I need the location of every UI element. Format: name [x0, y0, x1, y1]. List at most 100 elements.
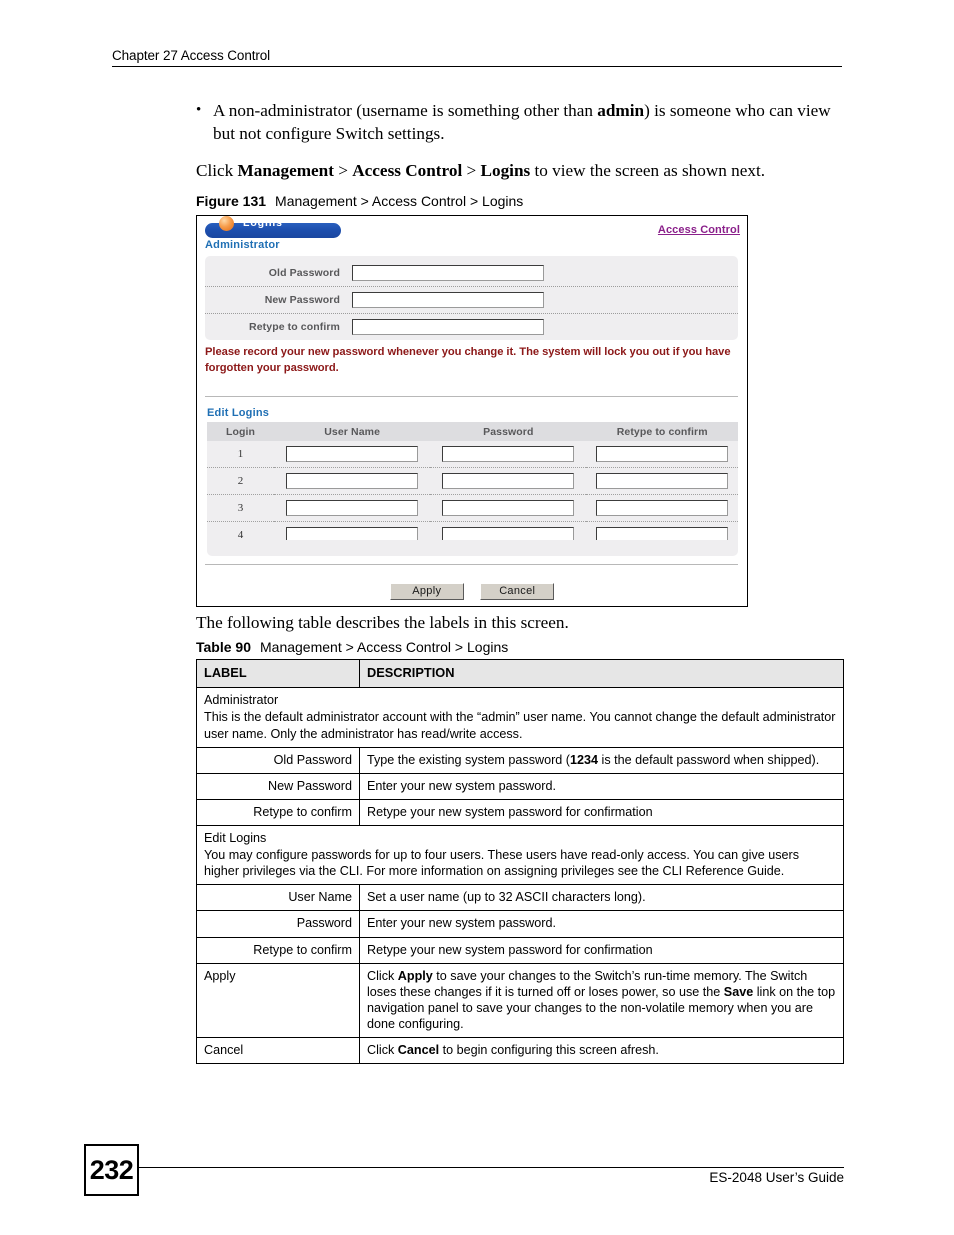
figure-caption-text: Management > Access Control > Logins	[275, 193, 524, 209]
footer-divider	[139, 1167, 844, 1168]
row-administrator-group: Administrator This is the default admini…	[196, 687, 844, 748]
username-input-1[interactable]	[286, 446, 419, 462]
row-label-new-password: New Password	[196, 772, 360, 800]
header-divider	[112, 66, 842, 67]
table-row: Edit Logins You may configure passwords …	[196, 825, 844, 886]
group-title-edit-logins: Edit Logins	[204, 831, 267, 846]
table-row: New Password Enter your new system passw…	[196, 772, 844, 800]
row-label-cancel: Cancel	[196, 1037, 360, 1065]
after-figure-text: The following table describes the labels…	[196, 613, 569, 632]
group-text-administrator: This is the default administrator accoun…	[204, 710, 836, 741]
old-password-desc-p1: Type the existing system password (	[367, 752, 570, 767]
old-password-input[interactable]	[352, 264, 544, 281]
cancel-desc-p2: to begin configuring this screen afresh.	[439, 1043, 659, 1058]
table-row: Cancel Click Cancel to begin configuring…	[196, 1037, 844, 1065]
retype-input-1[interactable]	[596, 446, 729, 462]
bullet-marker: •	[196, 102, 202, 118]
group-title-administrator: Administrator	[204, 693, 279, 708]
desc-col-description: DESCRIPTION	[359, 658, 844, 689]
password-input-2[interactable]	[442, 473, 575, 489]
login-index-2: 2	[207, 467, 275, 495]
row-label-retype-confirm: Retype to confirm	[196, 798, 360, 827]
retype-cell-3	[586, 494, 738, 522]
row-label-old-password: Old Password	[196, 746, 360, 774]
click-bold-logins: Logins	[480, 161, 531, 181]
buttons-divider	[205, 564, 738, 565]
description-table: LABEL DESCRIPTION Administrator This is …	[196, 658, 844, 1065]
retype-input-3[interactable]	[596, 500, 729, 516]
table-row: Retype to confirm Retype your new system…	[196, 798, 844, 827]
running-header: Chapter 27 Access Control	[112, 48, 842, 67]
logins-title-label: Logins	[243, 217, 283, 229]
table-row: Administrator This is the default admini…	[196, 687, 844, 748]
retype-confirm-label: Retype to confirm	[249, 320, 340, 333]
desc-col-label: LABEL	[196, 658, 360, 689]
figure-caption: Figure 131 Management > Access Control > …	[196, 193, 523, 209]
password-cell-2	[430, 467, 587, 495]
password-cell-1	[430, 441, 587, 468]
username-cell-1	[274, 441, 431, 468]
bullet-text: A non-administrator (username is somethi…	[213, 100, 844, 145]
access-control-link[interactable]: Access Control	[658, 224, 740, 236]
apply-desc-bold-apply: Apply	[397, 968, 433, 983]
click-part3: >	[462, 161, 481, 181]
administrator-panel: Old Password New Password Retype to conf…	[205, 256, 738, 340]
retype-input-2[interactable]	[596, 473, 729, 489]
group-text-edit-logins: You may configure passwords for up to fo…	[204, 848, 800, 879]
row-desc-retype-confirm: Retype your new system password for conf…	[359, 798, 844, 827]
old-password-desc-p2: is the default password when shipped).	[598, 752, 820, 767]
chapter-title: Chapter 27 Access Control	[112, 48, 271, 63]
cancel-desc-bold: Cancel	[397, 1043, 440, 1058]
table-row: Retype to confirm Retype your new system…	[196, 936, 844, 964]
col-header-retype: Retype to confirm	[586, 422, 738, 441]
table-row: 2	[207, 467, 738, 495]
figure-caption-number: Figure 131	[196, 193, 267, 209]
bullet-part1: A non-administrator (username is somethi…	[213, 101, 598, 120]
table-caption: Table 90 Management > Access Control > Lo…	[196, 639, 508, 655]
figure-button-row: Apply Cancel	[197, 581, 747, 600]
edit-logins-table: Login User Name Password Retype to confi…	[207, 422, 738, 549]
click-bold-management: Management	[237, 161, 334, 181]
table-caption-number: Table 90	[196, 639, 251, 655]
table-row: 3	[207, 494, 738, 522]
apply-desc-bold-save: Save	[723, 984, 754, 999]
retype-cell-2	[586, 467, 738, 495]
form-row-retype-confirm: Retype to confirm	[205, 313, 738, 340]
row-desc-retype-confirm-2: Retype your new system password for conf…	[359, 936, 844, 964]
username-cell-2	[274, 467, 431, 495]
old-password-label: Old Password	[268, 266, 340, 279]
row-edit-logins-group: Edit Logins You may configure passwords …	[196, 825, 844, 886]
page-number: 232	[84, 1144, 139, 1196]
row-desc-cancel: Click Cancel to begin configuring this s…	[359, 1037, 844, 1065]
col-header-login: Login	[207, 422, 275, 441]
form-row-new-password: New Password	[205, 286, 738, 314]
guide-title: ES-2048 User’s Guide	[709, 1170, 844, 1185]
table-row: Password Enter your new system password.	[196, 910, 844, 938]
password-warning-text: Please record your new password whenever…	[205, 346, 731, 375]
row-label-retype-confirm-2: Retype to confirm	[196, 936, 360, 964]
apply-desc-p1: Click	[367, 968, 398, 983]
apply-button[interactable]: Apply	[389, 583, 464, 600]
logins-table-footer-pad	[207, 540, 738, 556]
page-footer: 232 ES-2048 User’s Guide	[84, 1144, 844, 1196]
row-label-user-name: User Name	[196, 884, 360, 912]
username-input-2[interactable]	[286, 473, 419, 489]
username-input-3[interactable]	[286, 500, 419, 516]
table-row: User Name Set a user name (up to 32 ASCI…	[196, 884, 844, 912]
row-desc-apply: Click Apply to save your changes to the …	[359, 962, 844, 1039]
table-row: 1	[207, 441, 738, 468]
new-password-input[interactable]	[352, 291, 544, 308]
orange-sphere-icon	[219, 216, 234, 231]
cancel-button[interactable]: Cancel	[480, 583, 555, 600]
password-input-1[interactable]	[442, 446, 575, 462]
click-part4: to view the screen as shown next.	[530, 161, 766, 181]
col-header-username: User Name	[274, 422, 431, 441]
password-input-3[interactable]	[442, 500, 575, 516]
row-desc-password: Enter your new system password.	[359, 910, 844, 938]
table-caption-text: Management > Access Control > Logins	[260, 639, 509, 655]
body-content: • A non-administrator (username is somet…	[196, 100, 844, 183]
click-bold-access-control: Access Control	[352, 161, 463, 181]
retype-confirm-input[interactable]	[352, 318, 544, 335]
row-desc-new-password: Enter your new system password.	[359, 772, 844, 800]
login-index-1: 1	[207, 441, 275, 468]
